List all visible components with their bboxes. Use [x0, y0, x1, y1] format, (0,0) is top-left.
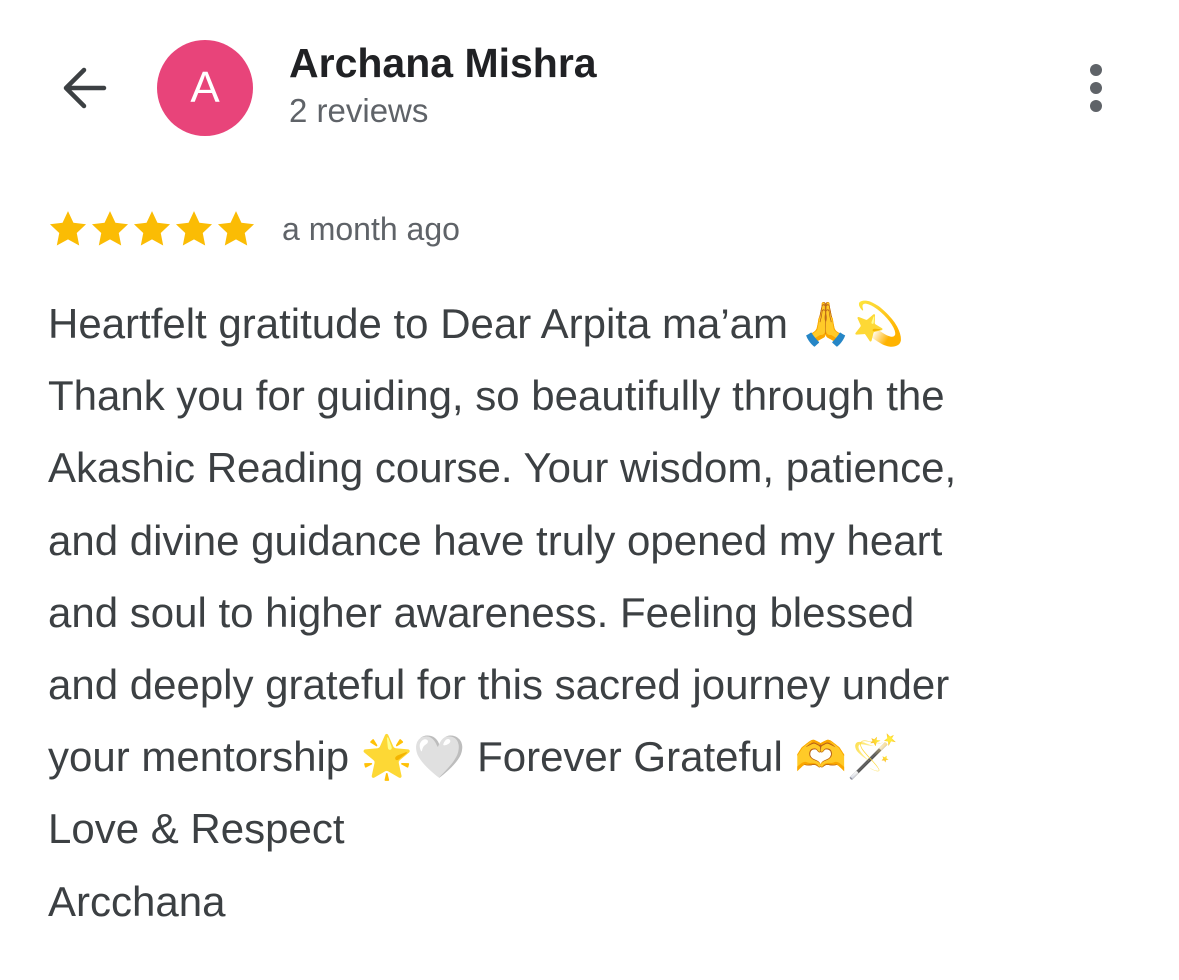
review-header: A Archana Mishra 2 reviews — [0, 0, 1179, 170]
review-text-line: Heartfelt gratitude to Dear Arpita ma’am… — [48, 300, 905, 347]
review-text-line: and soul to higher awareness. Feeling bl… — [48, 588, 915, 636]
review-text-line: Love & Respect — [48, 805, 345, 853]
review-count: 2 reviews — [289, 92, 429, 129]
more-vert-icon-dot — [1090, 100, 1102, 112]
more-vert-icon-dot — [1090, 82, 1102, 94]
arrow-back-icon — [63, 67, 107, 109]
star-icon — [91, 211, 129, 246]
review-text-line: Arcchana — [48, 877, 226, 925]
star-icon — [133, 211, 171, 246]
more-vert-icon-dot — [1090, 64, 1102, 76]
review-time: a month ago — [282, 210, 460, 247]
star-icon — [175, 211, 213, 246]
back-button[interactable] — [52, 58, 116, 118]
review-text-line: and deeply grateful for this sacred jour… — [48, 660, 950, 708]
reviewer-name[interactable]: Archana Mishra — [289, 40, 597, 87]
star-icon — [49, 211, 87, 246]
star-icon — [217, 211, 255, 246]
review-text-line: Thank you for guiding, so beautifully th… — [48, 372, 945, 420]
review-text-line: and divine guidance have truly opened my… — [48, 516, 943, 564]
review-text-line: Akashic Reading course. Your wisdom, pat… — [48, 444, 957, 492]
rating-row: a month ago — [47, 205, 460, 253]
review-text-line: your mentorship 🌟🤍 Forever Grateful 🫶🪄 — [48, 733, 900, 781]
review-text: Heartfelt gratitude to Dear Arpita ma’am… — [48, 288, 1158, 938]
more-options-button[interactable] — [1070, 58, 1122, 118]
star-rating — [47, 208, 257, 250]
avatar-letter: A — [190, 63, 220, 112]
avatar[interactable]: A — [157, 40, 253, 136]
